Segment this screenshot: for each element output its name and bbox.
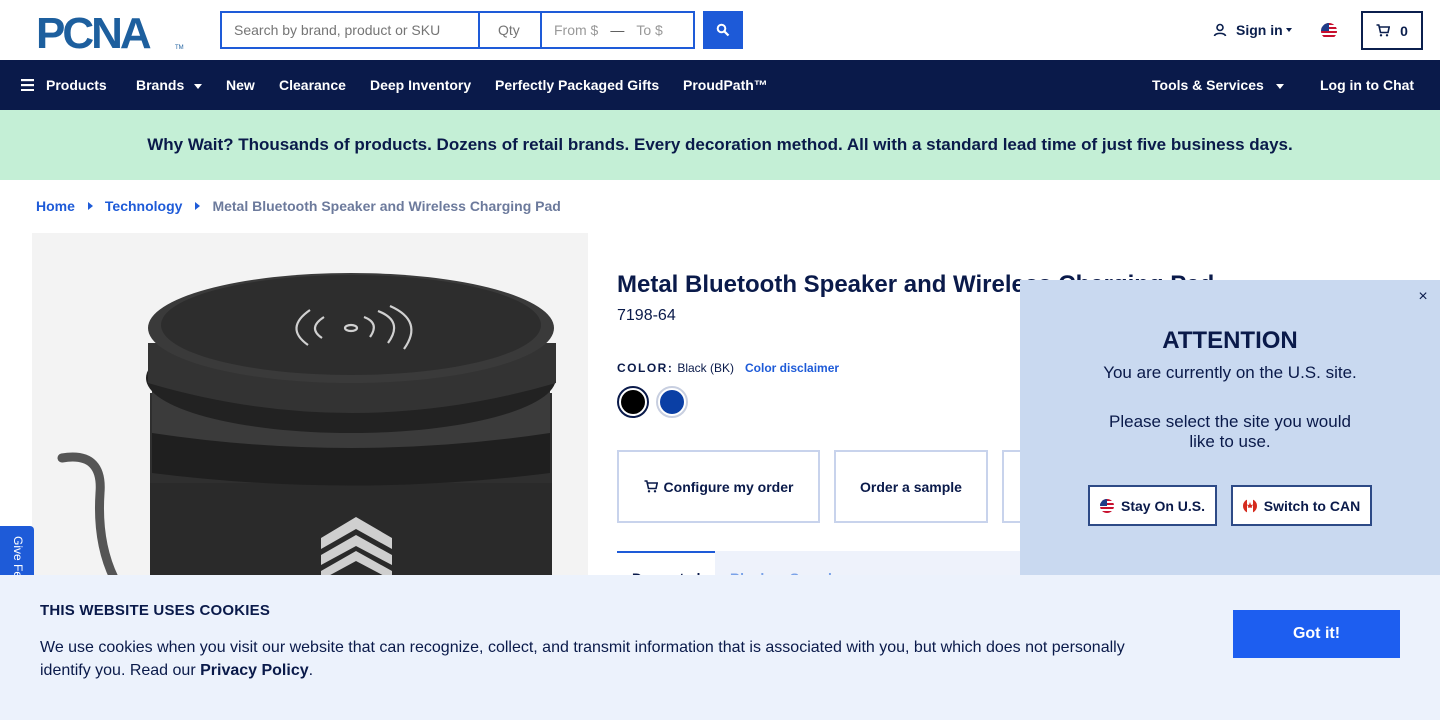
- product-sku: 7198-64: [617, 307, 676, 324]
- nav-proudpath-label: ProudPath™: [683, 77, 768, 93]
- price-range[interactable]: From $ — To $: [540, 11, 695, 49]
- order-sample-label: Order a sample: [860, 478, 962, 495]
- nav-products-label: Products: [46, 77, 107, 93]
- modal-line-1: You are currently on the U.S. site.: [1103, 363, 1357, 382]
- signin-label: Sign in: [1236, 22, 1283, 38]
- pcna-logo[interactable]: PCNA TM: [36, 9, 186, 58]
- nav-gifts[interactable]: Perfectly Packaged Gifts: [495, 60, 659, 110]
- color-label: COLOR:: [617, 361, 674, 375]
- nav-gifts-label: Perfectly Packaged Gifts: [495, 77, 660, 93]
- nav-brands[interactable]: Brands: [136, 60, 203, 110]
- search-input[interactable]: [220, 11, 478, 49]
- price-to-placeholder[interactable]: To $: [636, 22, 662, 38]
- nav-deep-inventory-label: Deep Inventory: [370, 77, 472, 93]
- nav-deep-inventory[interactable]: Deep Inventory: [370, 60, 471, 110]
- configure-order-label: Configure my order: [663, 478, 794, 495]
- breadcrumb-arrow-icon: [87, 202, 93, 210]
- nav-tools-label: Tools & Services: [1152, 77, 1264, 93]
- canada-flag-icon: [1242, 498, 1257, 513]
- price-from-placeholder[interactable]: From $: [554, 22, 598, 38]
- swatch-blue-dot: [660, 390, 684, 414]
- us-flag-icon: [1099, 498, 1114, 513]
- main-nav: Products Brands New Clearance Deep Inven…: [0, 60, 1440, 110]
- search-group: From $ — To $: [220, 11, 695, 49]
- user-icon: [1213, 23, 1227, 37]
- modal-title: ATTENTION: [1162, 327, 1298, 354]
- qty-input[interactable]: [478, 11, 540, 49]
- cookie-text: We use cookies when you visit our websit…: [40, 636, 1150, 682]
- color-row: COLOR: Black (BK) Color disclaimer: [617, 361, 839, 375]
- nav-clearance[interactable]: Clearance: [279, 60, 346, 110]
- stay-us-button[interactable]: Stay On U.S.: [1088, 485, 1217, 526]
- promo-banner: Why Wait? Thousands of products. Dozens …: [0, 110, 1440, 180]
- nav-chat-label: Log in to Chat: [1320, 77, 1415, 93]
- privacy-policy-link[interactable]: Privacy Policy: [200, 662, 309, 679]
- color-disclaimer-link[interactable]: Color disclaimer: [745, 361, 839, 375]
- promo-text: Why Wait? Thousands of products. Dozens …: [147, 135, 1293, 154]
- search-icon: [716, 23, 730, 37]
- got-it-button[interactable]: Got it!: [1233, 610, 1400, 658]
- stay-us-label: Stay On U.S.: [1120, 497, 1206, 514]
- order-sample-button[interactable]: Order a sample: [834, 450, 988, 523]
- breadcrumb-technology[interactable]: Technology: [105, 198, 183, 214]
- breadcrumb: Home Technology Metal Bluetooth Speaker …: [36, 198, 561, 214]
- breadcrumb-current: Metal Bluetooth Speaker and Wireless Cha…: [212, 198, 561, 214]
- nav-tools-services[interactable]: Tools & Services: [1152, 60, 1284, 110]
- menu-icon: [21, 79, 34, 91]
- close-icon[interactable]: ×: [1416, 289, 1430, 305]
- breadcrumb-arrow-icon: [195, 202, 201, 210]
- signin-button[interactable]: Sign in: [1213, 22, 1292, 38]
- modal-line-2: Please select the site you would like to…: [1109, 412, 1351, 451]
- us-flag-icon[interactable]: [1321, 23, 1337, 39]
- signin-caret-icon: [1285, 28, 1292, 32]
- nav-chat-login[interactable]: Log in to Chat: [1320, 60, 1414, 110]
- color-value: Black (BK): [677, 361, 735, 375]
- switch-can-button[interactable]: Switch to CAN: [1231, 485, 1372, 526]
- nav-new[interactable]: New: [226, 60, 255, 110]
- nav-products[interactable]: Products: [21, 60, 107, 110]
- nav-clearance-label: Clearance: [279, 77, 346, 93]
- cookie-period: .: [308, 662, 314, 679]
- cart-count: 0: [1400, 22, 1408, 39]
- cart-icon: [1376, 24, 1391, 37]
- price-dash: —: [610, 22, 625, 38]
- nav-new-label: New: [226, 77, 255, 93]
- chevron-down-icon: [194, 84, 203, 89]
- breadcrumb-home[interactable]: Home: [36, 198, 75, 214]
- swatch-blue[interactable]: [656, 386, 688, 418]
- svg-text:TM: TM: [175, 45, 184, 50]
- swatch-black[interactable]: [617, 386, 649, 418]
- cart-icon: [644, 480, 658, 493]
- cookie-title: THIS WEBSITE USES COOKIES: [40, 602, 271, 619]
- top-header: PCNA TM From $ — To $ Sign in: [0, 0, 1440, 60]
- search-button[interactable]: [703, 11, 743, 49]
- configure-order-button[interactable]: Configure my order: [617, 450, 820, 523]
- nav-brands-label: Brands: [136, 77, 185, 93]
- chevron-down-icon: [1275, 84, 1284, 89]
- logo-text: PCNA: [36, 12, 151, 50]
- nav-proudpath[interactable]: ProudPath™: [683, 60, 768, 110]
- cart-button[interactable]: 0: [1361, 11, 1423, 50]
- swatch-black-dot: [621, 390, 645, 414]
- switch-can-label: Switch to CAN: [1263, 497, 1361, 514]
